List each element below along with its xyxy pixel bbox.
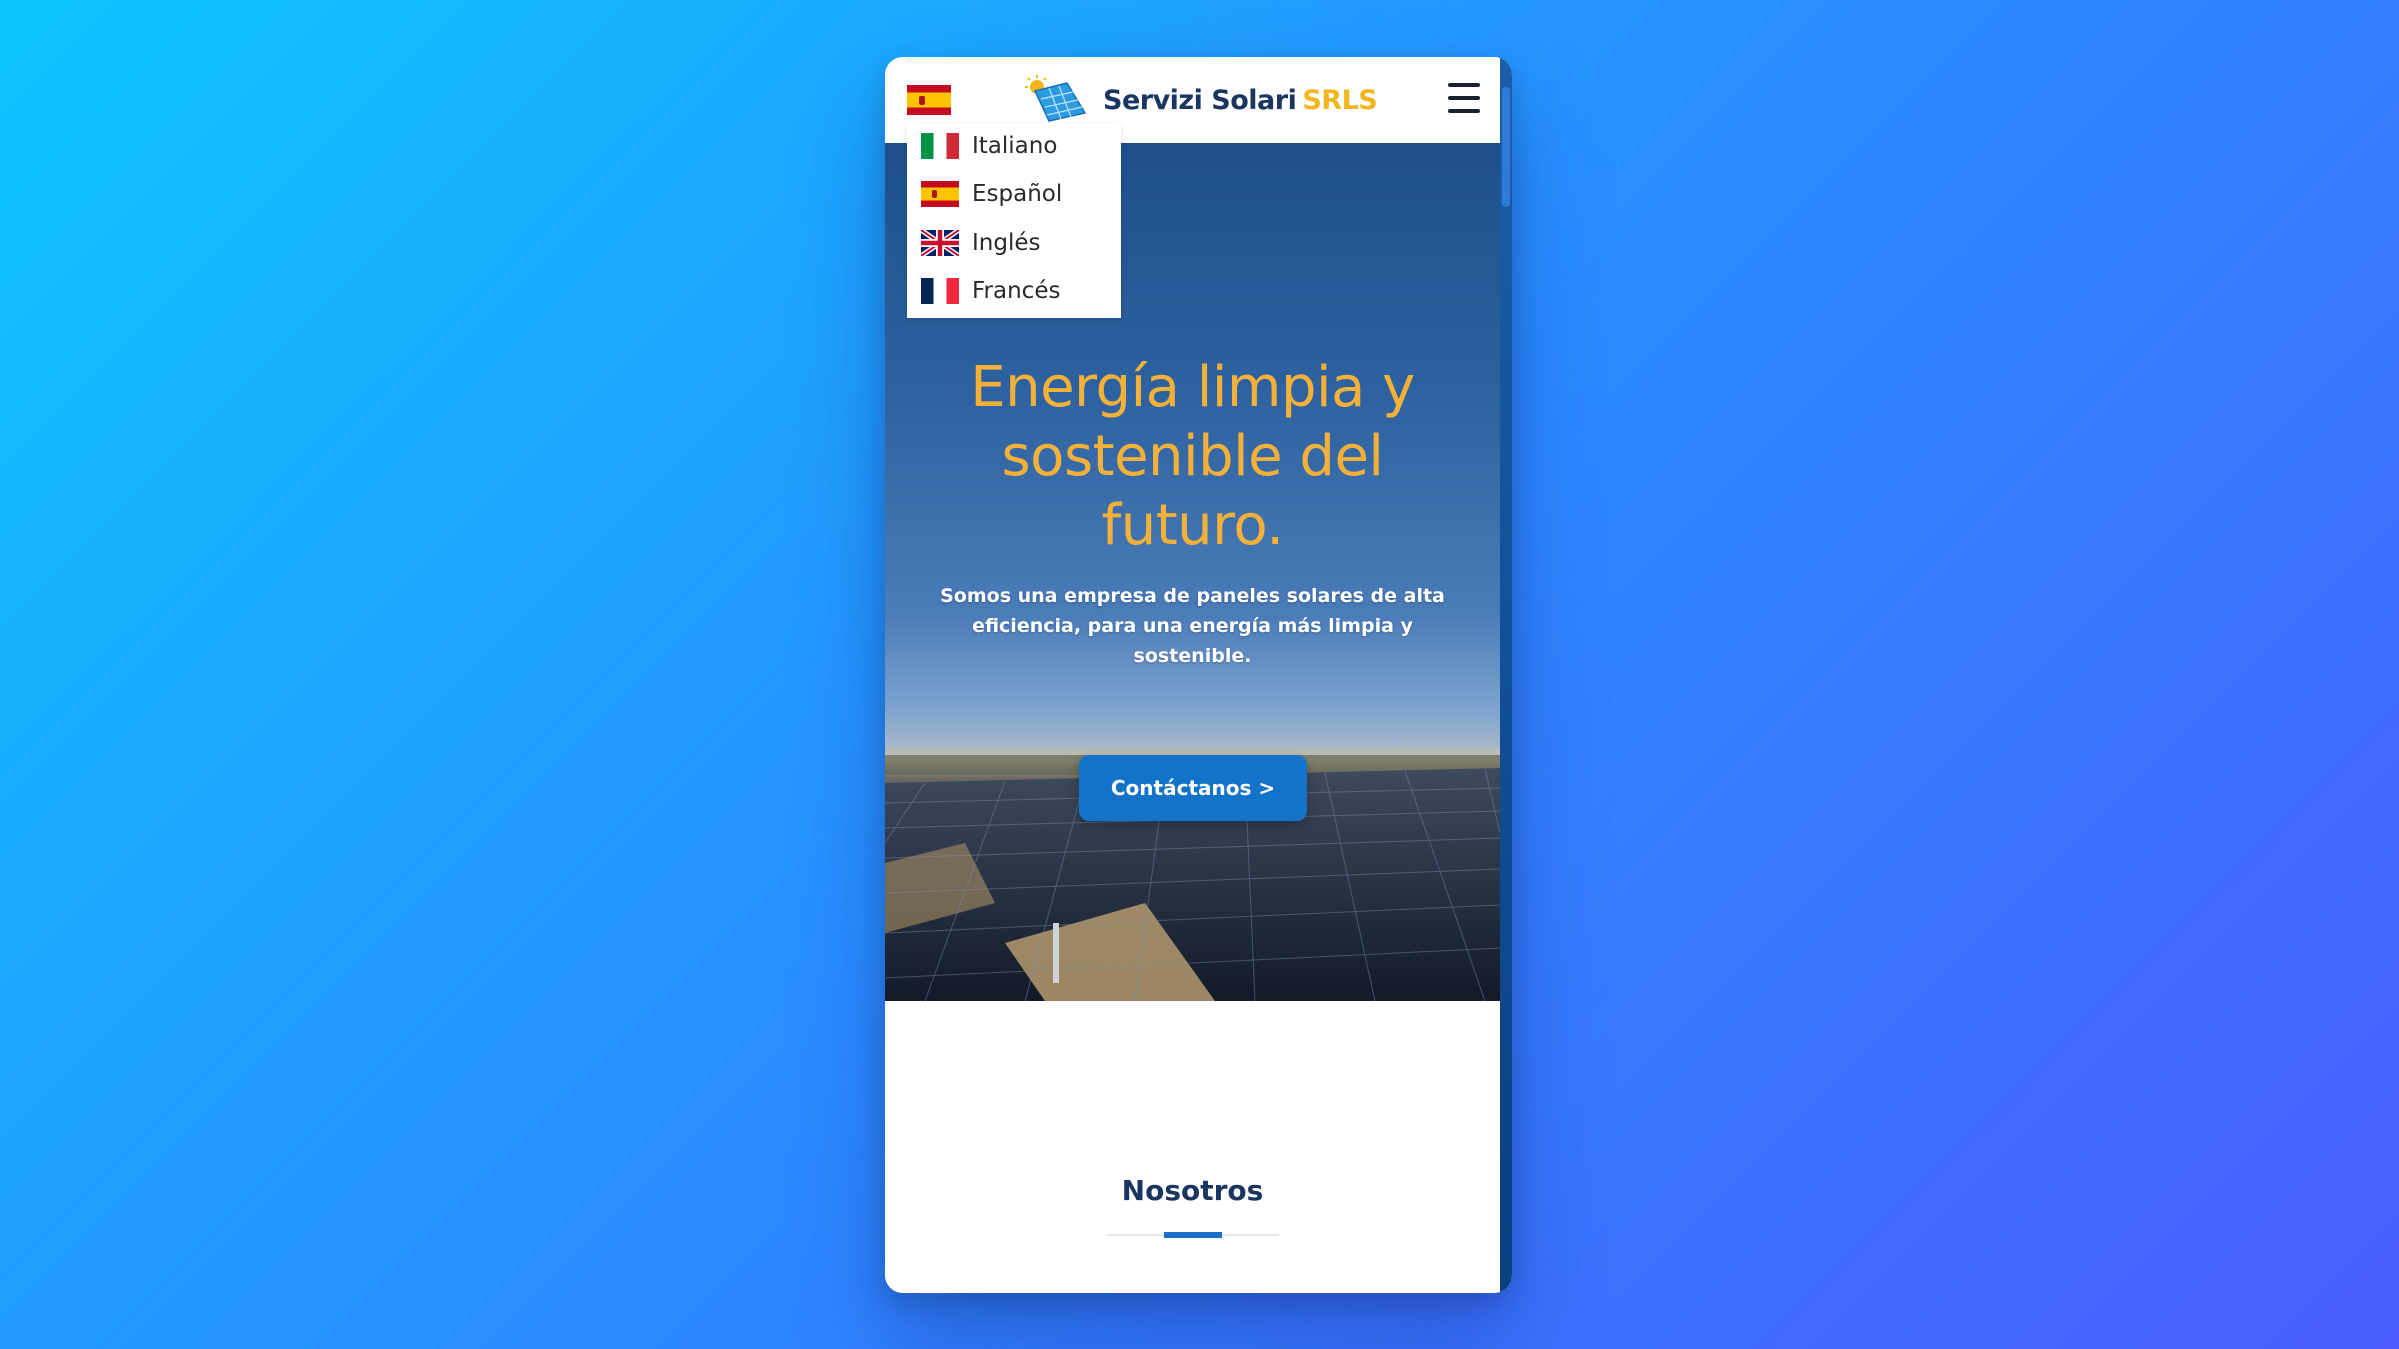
language-option-label: Español: [972, 181, 1063, 207]
section-divider-accent: [1164, 1232, 1222, 1238]
contact-button[interactable]: Contáctanos >: [1079, 755, 1307, 821]
language-dropdown: Italiano Español Inglés Francés: [907, 123, 1121, 318]
hero-title-line-1: Energía limpia y: [970, 355, 1415, 420]
section-title-nosotros: Nosotros: [1121, 1174, 1264, 1207]
flag-uk-icon: [921, 230, 959, 256]
hero-title: Energía limpia y sostenible del futuro.: [885, 353, 1500, 560]
mobile-browser-frame: Servizi Solari SRLS Energía limpia y sos…: [885, 57, 1512, 1293]
hero-subtitle: Somos una empresa de paneles solares de …: [940, 585, 1445, 667]
flag-es-icon[interactable]: [907, 85, 951, 115]
logo-suffix: SRLS: [1302, 84, 1378, 116]
language-option-espanol[interactable]: Español: [907, 171, 1121, 217]
logo-name: Servizi Solari: [1103, 84, 1297, 116]
scrollbar-thumb[interactable]: [1502, 87, 1510, 207]
language-option-ingles[interactable]: Inglés: [907, 220, 1121, 266]
language-option-label: Francés: [972, 278, 1061, 304]
language-option-label: Italiano: [972, 133, 1058, 159]
language-option-frances[interactable]: Francés: [907, 268, 1121, 314]
hero-title-line-3: futuro.: [1101, 493, 1284, 558]
flag-it-icon: [921, 133, 959, 159]
about-section: Nosotros: [885, 1001, 1500, 1293]
language-option-italiano[interactable]: Italiano: [907, 123, 1121, 169]
site-logo[interactable]: Servizi Solari SRLS: [1023, 75, 1378, 125]
page-scrollbar[interactable]: [1500, 57, 1512, 1293]
flag-es-icon: [921, 181, 959, 207]
language-option-label: Inglés: [972, 230, 1041, 256]
hero-title-line-2: sostenible del: [1001, 424, 1385, 489]
solar-panel-sun-icon: [1025, 75, 1087, 122]
hamburger-menu-icon[interactable]: [1448, 83, 1480, 113]
flag-fr-icon: [921, 278, 959, 304]
